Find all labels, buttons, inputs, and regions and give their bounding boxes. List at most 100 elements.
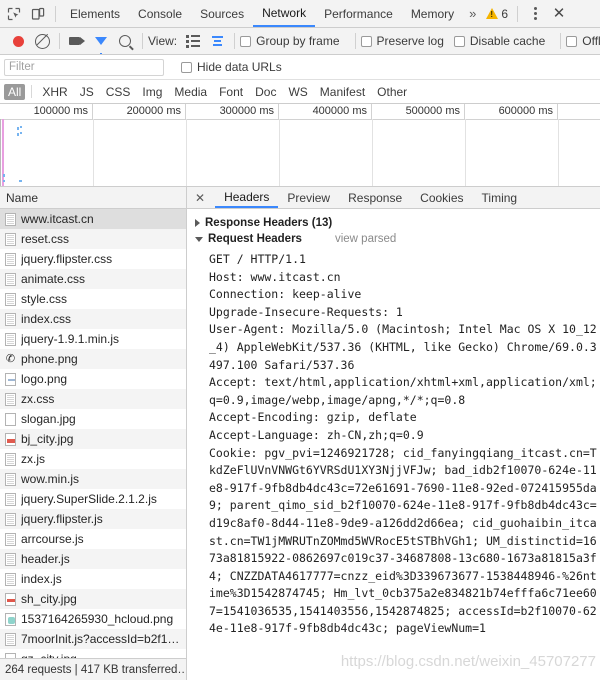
view-list-button[interactable] [181,29,205,53]
tab-network[interactable]: Network [253,0,316,27]
request-row[interactable]: animate.css [0,269,186,289]
request-row[interactable]: jquery.flipster.css [0,249,186,269]
overview-gridlines [0,119,600,186]
tab-cookies[interactable]: Cookies [411,187,472,208]
request-row[interactable]: logo.png [0,369,186,389]
type-filter-js[interactable]: JS [74,84,100,100]
type-filter-doc[interactable]: Doc [249,84,282,100]
details-close-icon[interactable]: ✕ [195,192,205,204]
overview-request-dot [3,174,5,177]
file-type-icon [5,492,16,506]
request-row[interactable]: index.css [0,309,186,329]
more-tabs-chevron-icon[interactable]: » [463,6,482,21]
funnel-icon [95,37,107,54]
request-row[interactable]: reset.css [0,229,186,249]
type-filter-font[interactable]: Font [213,84,249,100]
group-by-frame-checkbox[interactable]: Group by frame [240,34,340,48]
response-headers-section[interactable]: Response Headers (13) [187,215,600,231]
device-toolbar-icon[interactable] [26,2,50,26]
request-row[interactable]: style.css [0,289,186,309]
capture-screenshots-button[interactable] [65,29,89,53]
file-type-icon [5,612,16,626]
request-row[interactable]: jquery.SuperSlide.2.1.2.js [0,489,186,509]
headers-content[interactable]: Response Headers (13) Request Headers vi… [187,209,600,680]
type-filter-other[interactable]: Other [371,84,413,100]
tab-timing[interactable]: Timing [473,187,527,208]
close-glyph: ✕ [552,5,566,22]
details-pane: ✕ Headers Preview Response Cookies Timin… [187,187,600,680]
file-type-icon [5,252,16,266]
overview-tick: 100000 ms [0,104,93,119]
request-row[interactable]: slogan.jpg [0,409,186,429]
request-row[interactable]: zx.js [0,449,186,469]
list-view-icon [186,34,201,48]
chevron-down-icon [195,236,203,242]
tab-sources[interactable]: Sources [191,0,253,27]
tab-headers[interactable]: Headers [215,187,279,208]
type-filter-css[interactable]: CSS [100,84,137,100]
request-headers-section[interactable]: Request Headers view parsed [187,231,600,247]
record-dot-icon [12,35,24,47]
request-name: arrcourse.js [21,532,84,546]
request-row[interactable]: header.js [0,549,186,569]
type-filter-all[interactable]: All [4,83,26,100]
net-divider-5 [560,33,562,49]
overview-gridline [186,119,187,186]
filter-toggle-button[interactable] [89,29,113,54]
warning-count-badge[interactable]: 6 [482,7,512,21]
tab-response[interactable]: Response [339,187,411,208]
request-row[interactable]: ✆ phone.png [0,349,186,369]
request-row[interactable]: jquery-1.9.1.min.js [0,329,186,349]
type-filter-img[interactable]: Img [136,84,168,100]
inspect-element-icon[interactable] [2,2,26,26]
request-row[interactable]: www.itcast.cn [0,209,186,229]
preserve-log-checkbox[interactable]: Preserve log [360,34,444,48]
file-type-icon [5,632,16,646]
toolbar-divider [55,5,56,22]
type-filter-media[interactable]: Media [168,84,213,100]
clear-button[interactable] [30,29,54,53]
request-row[interactable]: gz_city.jpg [0,649,186,658]
request-row[interactable]: jquery.flipster.js [0,509,186,529]
kebab-menu-icon[interactable] [523,2,547,26]
close-icon[interactable]: ✕ [547,2,571,26]
requests-column-header[interactable]: Name [0,187,186,209]
overview-gridline [372,119,373,186]
overview-tick: 600000 ms [465,104,558,119]
tab-elements[interactable]: Elements [61,0,129,27]
type-filter-ws[interactable]: WS [282,84,313,100]
filter-input[interactable]: Filter [4,58,164,76]
request-row[interactable]: index.js [0,569,186,589]
hide-data-urls-checkbox[interactable]: Hide data URLs [181,60,282,74]
raw-request-headers: GET / HTTP/1.1 Host: www.itcast.cn Conne… [209,252,597,636]
request-row[interactable]: bj_city.jpg [0,429,186,449]
view-waterfall-button[interactable] [205,29,229,53]
net-divider-2 [142,33,143,49]
tab-preview[interactable]: Preview [278,187,339,208]
request-headers-title: Request Headers [208,233,302,245]
requests-list[interactable]: www.itcast.cn reset.css jquery.flipster.cs… [0,209,186,658]
view-parsed-link[interactable]: view parsed [335,233,396,245]
view-label: View: [148,34,178,48]
clear-icon [34,33,50,49]
type-filter-manifest[interactable]: Manifest [314,84,371,100]
tab-performance[interactable]: Performance [315,0,402,27]
offline-checkbox[interactable]: Offli [566,34,600,48]
tab-memory[interactable]: Memory [402,0,463,27]
file-type-icon [5,372,16,386]
overview-tick: 70 [558,104,600,119]
request-row[interactable]: 7moorInit.js?accessId=b2f10… [0,629,186,649]
type-filter-xhr[interactable]: XHR [36,84,73,100]
overview-request-dot [20,132,22,134]
request-row[interactable]: wow.min.js [0,469,186,489]
disable-cache-checkbox[interactable]: Disable cache [453,34,545,48]
network-overview-timeline[interactable]: 100000 ms 200000 ms 300000 ms 400000 ms 5000… [0,104,600,187]
request-row[interactable]: zx.css [0,389,186,409]
network-body: Name www.itcast.cn reset.css jquery.flipst… [0,187,600,680]
request-row[interactable]: 1537164265930_hcloud.png [0,609,186,629]
record-button[interactable] [6,29,30,53]
search-button[interactable] [113,29,137,53]
request-row[interactable]: arrcourse.js [0,529,186,549]
tab-console[interactable]: Console [129,0,191,27]
request-row[interactable]: sh_city.jpg [0,589,186,609]
